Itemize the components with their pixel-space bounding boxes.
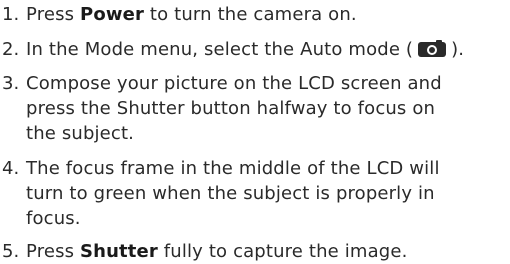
step-text-pre: Press [26,241,80,262]
step-text: In the Mode menu, select the Auto mode (… [26,37,510,62]
step-line: Compose your picture on the LCD screen a… [26,73,442,94]
step-line: the subject. [26,123,135,144]
step-number: 1. [2,4,20,25]
camera-icon [417,40,447,58]
step-line: The focus frame in the middle of the LCD… [26,158,440,179]
step-text: Press Shutter fully to capture the image… [26,239,510,264]
step-line: focus. [26,208,81,229]
power-key-label: Power [80,4,145,25]
step-text: The focus frame in the middle of the LCD… [26,156,510,231]
step-text-post: fully to capture the image. [157,241,408,262]
step-number: 5. [2,241,20,262]
step-text-post: to turn the camera on. [144,4,357,25]
step-text: Compose your picture on the LCD screen a… [26,71,510,146]
step-text-pre: In the Mode menu, select the Auto mode ( [26,39,414,60]
step-number: 3. [2,73,20,94]
step-text: Press Power to turn the camera on. [26,2,510,27]
shutter-key-label: Shutter [80,241,158,262]
step-number: 2. [2,39,20,60]
step-number: 4. [2,158,20,179]
step-text-pre: Press [26,4,80,25]
step-line: press the Shutter button halfway to focu… [26,98,436,119]
step-text-post: ). [451,39,465,60]
step-line: turn to green when the subject is proper… [26,183,435,204]
